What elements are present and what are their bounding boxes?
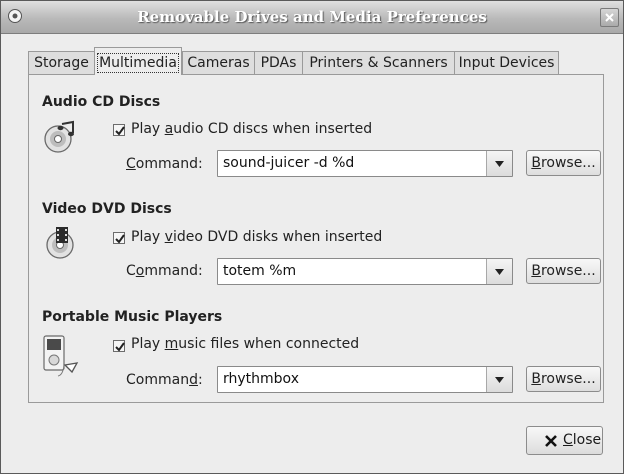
label-text: Comman (126, 372, 190, 388)
audio-command-input[interactable]: sound-juicer -d %d (223, 155, 354, 171)
music-section-title: Portable Music Players (42, 309, 223, 325)
tab-label: Printers & Scanners (309, 55, 448, 71)
label-mnemonic: m (164, 336, 179, 352)
button-mnemonic: B (531, 263, 541, 279)
audio-autoplay-checkbox[interactable] (113, 124, 125, 136)
close-button-label: Close (563, 432, 601, 448)
label-text: : (197, 372, 203, 388)
video-dvd-icon (46, 227, 74, 259)
audio-browse-button[interactable]: Browse... (526, 150, 601, 176)
music-command-dropdown-button[interactable] (486, 367, 512, 392)
audio-cd-icon (44, 120, 74, 153)
music-player-icon (43, 335, 79, 377)
check-icon (115, 234, 125, 244)
window-close-button[interactable] (600, 8, 619, 27)
tab-cameras[interactable]: Cameras (182, 51, 255, 74)
tab-label: Storage (34, 55, 89, 71)
window-title: Removable Drives and Media Preferences (137, 8, 487, 26)
multimedia-panel: Audio CD Discs Play audio CD discs when … (28, 74, 604, 403)
video-browse-button[interactable]: Browse... (526, 258, 601, 284)
video-autoplay-label[interactable]: Play video DVD disks when inserted (131, 229, 382, 245)
tab-printers-scanners[interactable]: Printers & Scanners (302, 51, 455, 74)
chevron-down-icon (495, 269, 504, 275)
tab-label: Input Devices (458, 55, 555, 71)
label-text: udio CD discs when inserted (173, 121, 373, 137)
video-command-input[interactable]: totem %m (223, 263, 296, 279)
video-command-dropdown-button[interactable] (486, 259, 512, 284)
tab-label: Multimedia (97, 53, 179, 73)
tab-multimedia[interactable]: Multimedia (94, 47, 182, 75)
label-mnemonic: v (164, 229, 173, 245)
label-mnemonic: a (164, 121, 174, 137)
button-label: rowse... (540, 371, 596, 387)
audio-command-label: Command: (126, 156, 203, 172)
chevron-down-icon (495, 377, 504, 383)
button-label: lose (572, 432, 602, 448)
label-text: usic files when connected (178, 336, 360, 352)
close-icon (545, 435, 557, 447)
button-mnemonic: C (563, 432, 573, 448)
label-text: mmand: (144, 263, 203, 279)
button-mnemonic: B (531, 371, 541, 387)
chevron-down-icon (495, 161, 504, 167)
music-command-combo[interactable]: rhythmbox (217, 366, 513, 393)
video-command-label: Command: (126, 263, 203, 279)
button-label: rowse... (540, 263, 596, 279)
check-icon (115, 126, 125, 136)
video-section-title: Video DVD Discs (42, 201, 172, 217)
close-button[interactable]: Close (526, 426, 603, 455)
music-autoplay-label[interactable]: Play music files when connected (131, 336, 359, 352)
music-browse-button[interactable]: Browse... (526, 366, 601, 392)
music-command-input[interactable]: rhythmbox (223, 371, 299, 387)
video-autoplay-checkbox[interactable] (113, 232, 125, 244)
tab-pdas[interactable]: PDAs (254, 51, 303, 74)
close-icon (605, 13, 614, 22)
audio-command-combo[interactable]: sound-juicer -d %d (217, 150, 513, 177)
label-text: C (126, 263, 136, 279)
label-text: Play (131, 336, 165, 352)
music-autoplay-checkbox[interactable] (113, 340, 125, 352)
video-command-combo[interactable]: totem %m (217, 258, 513, 285)
tab-storage[interactable]: Storage (28, 51, 95, 74)
label-mnemonic: C (126, 156, 136, 172)
tab-label: Cameras (187, 55, 250, 71)
tab-label: PDAs (260, 55, 297, 71)
label-text: ideo DVD disks when inserted (172, 229, 383, 245)
check-icon (115, 342, 125, 352)
label-text: ommand: (135, 156, 203, 172)
audio-command-dropdown-button[interactable] (486, 151, 512, 176)
preferences-window: Removable Drives and Media Preferences S… (0, 0, 624, 474)
audio-autoplay-label[interactable]: Play audio CD discs when inserted (131, 121, 372, 137)
label-mnemonic: d (189, 372, 198, 388)
button-mnemonic: B (531, 155, 541, 171)
audio-section-title: Audio CD Discs (42, 94, 161, 110)
label-text: Play (131, 229, 165, 245)
label-text: Play (131, 121, 165, 137)
tab-input-devices[interactable]: Input Devices (454, 51, 559, 74)
button-label: rowse... (540, 155, 596, 171)
title-bar[interactable]: Removable Drives and Media Preferences (1, 1, 623, 34)
music-command-label: Command: (126, 372, 203, 388)
